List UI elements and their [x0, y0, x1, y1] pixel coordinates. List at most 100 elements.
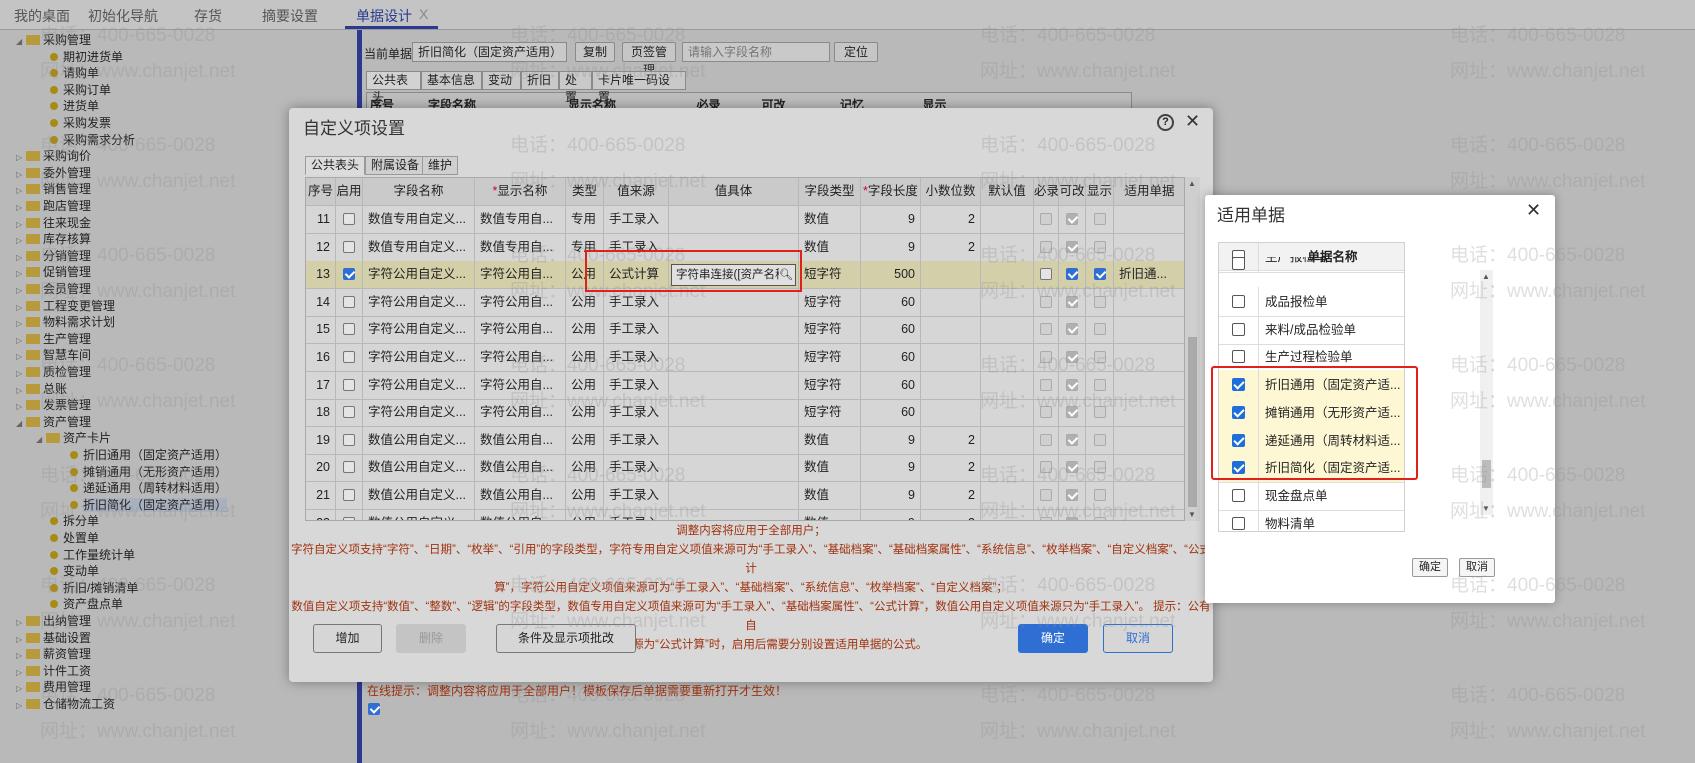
field-search-input[interactable]	[682, 42, 830, 62]
table-row[interactable]: 11 数值专用自定义... 数值专用自... 专用 手工录入 数值 9 2	[306, 206, 1184, 234]
checkbox-editable[interactable]	[1066, 378, 1078, 391]
modal-tab-attached-equipment[interactable]: 附属设备	[365, 156, 426, 175]
help-icon[interactable]: ?	[1157, 114, 1174, 131]
checkbox-required[interactable]	[1040, 323, 1052, 336]
checkbox-required[interactable]	[1040, 461, 1052, 474]
tree-item[interactable]: 进货单	[50, 98, 99, 114]
cell-value[interactable]	[669, 509, 799, 520]
tree-item[interactable]: 资产盘点单	[50, 596, 123, 612]
tree-item[interactable]: 采购需求分析	[50, 132, 135, 148]
checkbox-show[interactable]	[1093, 378, 1106, 391]
caret-right-icon[interactable]: ▷	[16, 266, 26, 282]
copy-button[interactable]: 复制	[575, 42, 615, 62]
doc-checkbox[interactable]	[1232, 516, 1245, 530]
cell-enabled[interactable]	[336, 206, 363, 233]
batch-edit-button[interactable]: 条件及显示项批改	[496, 624, 636, 653]
checkbox-required[interactable]	[1040, 489, 1052, 501]
tree-folder[interactable]: ▷ 智慧车间	[16, 347, 91, 363]
checkbox-editable[interactable]	[1066, 295, 1078, 308]
tree-item[interactable]: 处置单	[50, 530, 99, 546]
caret-right-icon[interactable]: ▷	[16, 366, 26, 382]
checkbox-show[interactable]	[1093, 489, 1106, 501]
checkbox-required[interactable]	[1040, 378, 1052, 391]
tree-folder[interactable]: ▷ 跑店管理	[16, 198, 91, 214]
tree-folder[interactable]: ▷ 费用管理	[16, 679, 91, 695]
checkbox-editable[interactable]	[1066, 323, 1078, 336]
add-button[interactable]: 增加	[313, 624, 382, 653]
checkbox-required[interactable]	[1040, 433, 1052, 446]
tree-folder[interactable]: ▷ 促销管理	[16, 264, 91, 280]
cell-enabled[interactable]	[336, 316, 363, 344]
table-row[interactable]: 16 字符公用自定义... 字符公用自... 公用 手工录入 短字符 60	[306, 344, 1184, 372]
close-icon[interactable]: ✕	[1185, 111, 1200, 132]
tree-folder[interactable]: ▷ 薪资管理	[16, 646, 91, 662]
caret-right-icon[interactable]: ▷	[16, 681, 26, 697]
tree-folder[interactable]: ▷ 工程变更管理	[16, 298, 115, 314]
checkbox-enabled[interactable]	[343, 516, 355, 520]
cell-enabled[interactable]	[336, 288, 363, 316]
checkbox-show[interactable]	[1093, 433, 1106, 446]
cell-value[interactable]	[669, 316, 799, 344]
doc-checkbox[interactable]	[1232, 295, 1245, 308]
tree-folder[interactable]: ▷ 销售管理	[16, 181, 91, 197]
cell-value[interactable]	[669, 426, 799, 454]
tree-item[interactable]: 拆分单	[50, 513, 99, 529]
tree-folder[interactable]: ▷ 物料需求计划	[16, 314, 115, 330]
modal-tab-maintenance[interactable]: 维护	[422, 156, 459, 175]
checkbox-required[interactable]	[1040, 213, 1052, 225]
caret-right-icon[interactable]: ▷	[16, 283, 26, 299]
checkbox-editable[interactable]	[1066, 213, 1078, 225]
designer-tab[interactable]: 卡片唯一码设置	[592, 71, 686, 104]
checkbox-editable[interactable]	[1066, 516, 1078, 520]
doc-ok-button[interactable]: 确定	[1412, 558, 1448, 577]
caret-right-icon[interactable]: ▷	[16, 316, 26, 332]
checkbox-enabled[interactable]	[343, 268, 355, 281]
caret-right-icon[interactable]: ▷	[16, 250, 26, 266]
caret-right-icon[interactable]: ▷	[16, 399, 26, 415]
checkbox-show[interactable]	[1093, 295, 1106, 308]
caret-right-icon[interactable]: ▷	[16, 383, 26, 399]
table-row[interactable]: 19 数值公用自定义... 数值公用自... 公用 手工录入 数值 9 2	[306, 426, 1184, 455]
checkbox-enabled[interactable]	[343, 295, 355, 308]
caret-right-icon[interactable]: ▷	[16, 217, 26, 233]
designer-tab[interactable]: 折旧	[521, 71, 559, 90]
checkbox-editable[interactable]	[1066, 489, 1078, 501]
tree-folder[interactable]: ▷ 分销管理	[16, 248, 91, 264]
designer-tab[interactable]: 变动	[482, 71, 521, 90]
doc-row[interactable]: 成品报检单	[1219, 287, 1404, 317]
checkbox-editable[interactable]	[1066, 351, 1078, 363]
cell-enabled[interactable]	[336, 454, 363, 482]
scroll-thumb[interactable]	[1482, 460, 1491, 488]
tab-init-guide[interactable]: 初始化导航	[88, 6, 158, 26]
tree-folder[interactable]: ▷ 往来现金	[16, 215, 91, 231]
tree-item[interactable]: 摊销通用（无形资产适用）	[70, 464, 227, 480]
caret-right-icon[interactable]: ▷	[16, 349, 26, 365]
cell-enabled[interactable]	[336, 509, 363, 520]
caret-right-icon[interactable]: ▷	[16, 233, 26, 249]
tree-item[interactable]: 折旧/摊销清单	[50, 580, 138, 596]
tree-folder[interactable]: ▷ 生产管理	[16, 331, 91, 347]
cell-enabled[interactable]	[336, 399, 363, 427]
checkbox-enabled[interactable]	[343, 240, 355, 253]
tree-item[interactable]: 期初进货单	[50, 49, 123, 65]
checkbox-show[interactable]	[1093, 240, 1106, 253]
checkbox-required[interactable]	[1040, 516, 1052, 520]
tree-folder[interactable]: ▷ 委外管理	[16, 165, 91, 181]
tab-management-button[interactable]: 页签管理	[622, 42, 676, 77]
checkbox-enabled[interactable]	[343, 489, 355, 501]
checkbox-editable[interactable]	[1066, 240, 1078, 253]
doc-row[interactable]: 物料清单	[1219, 508, 1404, 531]
cell-enabled[interactable]	[336, 426, 363, 454]
caret-right-icon[interactable]: ▷	[16, 648, 26, 664]
ok-button[interactable]: 确定	[1018, 624, 1088, 653]
doc-row[interactable]: 来料/成品检验单	[1219, 314, 1404, 345]
cell-value[interactable]	[669, 206, 799, 233]
close-icon[interactable]: ✕	[1526, 200, 1541, 221]
tree-folder[interactable]: ▷ 总账	[16, 381, 67, 397]
doc-cancel-button[interactable]: 取消	[1459, 558, 1495, 577]
tree-item[interactable]: 工作量统计单	[50, 547, 135, 563]
checkbox-editable[interactable]	[1066, 433, 1078, 446]
tree-folder[interactable]: ▷ 质检管理	[16, 364, 91, 380]
doc-checkbox[interactable]	[1232, 488, 1245, 502]
tree-folder[interactable]: ▷ 仓储物流工资	[16, 696, 115, 712]
